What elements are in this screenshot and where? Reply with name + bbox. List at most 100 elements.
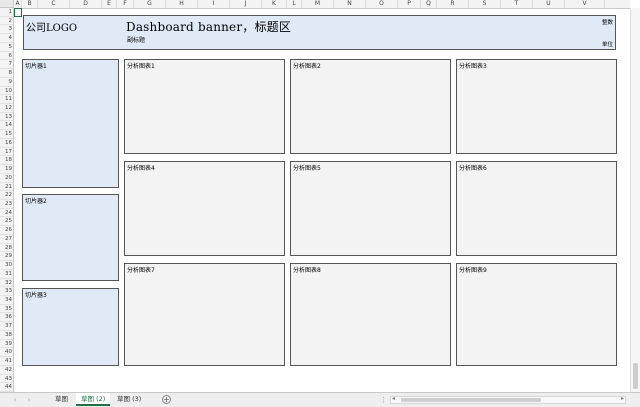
- row-header-6[interactable]: 6: [0, 52, 13, 61]
- chart-7-label: 分析图表7: [127, 267, 155, 274]
- row-header-38[interactable]: 38: [0, 331, 13, 340]
- row-header-22[interactable]: 22: [0, 191, 13, 200]
- row-header-28[interactable]: 28: [0, 244, 13, 253]
- column-header-f[interactable]: F: [117, 0, 134, 8]
- row-header-34[interactable]: 34: [0, 296, 13, 305]
- column-header-j[interactable]: J: [230, 0, 262, 8]
- row-header-31[interactable]: 31: [0, 270, 13, 279]
- sheet-tab-3[interactable]: 草图 (3): [112, 393, 146, 406]
- column-header-c[interactable]: C: [38, 0, 70, 8]
- row-header-7[interactable]: 7: [0, 60, 13, 70]
- add-sheet-icon[interactable]: +: [162, 395, 171, 404]
- chart-9-label: 分析图表9: [459, 267, 487, 274]
- row-header-3[interactable]: 3: [0, 25, 13, 35]
- row-header-10[interactable]: 10: [0, 87, 13, 96]
- chart-3[interactable]: 分析图表3: [456, 59, 617, 154]
- row-header-23[interactable]: 23: [0, 200, 13, 209]
- column-header-n[interactable]: N: [334, 0, 366, 8]
- next-sheet-icon[interactable]: ›: [24, 396, 34, 404]
- column-header-t[interactable]: T: [501, 0, 533, 8]
- row-header-11[interactable]: 11: [0, 95, 13, 104]
- row-header-42[interactable]: 42: [0, 366, 13, 375]
- column-header-m[interactable]: M: [302, 0, 334, 8]
- row-header-27[interactable]: 27: [0, 235, 13, 244]
- column-header-v[interactable]: V: [565, 0, 605, 8]
- column-header-e[interactable]: E: [102, 0, 117, 8]
- row-header-30[interactable]: 30: [0, 261, 13, 270]
- row-header-29[interactable]: 29: [0, 252, 13, 262]
- row-header-21[interactable]: 21: [0, 183, 13, 192]
- active-cell-a1[interactable]: [14, 8, 22, 17]
- row-header-1[interactable]: 1: [0, 8, 13, 17]
- column-header-b[interactable]: B: [22, 0, 38, 8]
- vertical-scrollbar[interactable]: [630, 8, 640, 392]
- row-header-5[interactable]: 5: [0, 43, 13, 52]
- row-header-43[interactable]: 43: [0, 375, 13, 384]
- chart-9[interactable]: 分析图表9: [456, 263, 617, 366]
- chart-4[interactable]: 分析图表4: [124, 161, 285, 256]
- row-header-19[interactable]: 19: [0, 165, 13, 174]
- row-header-36[interactable]: 36: [0, 313, 13, 323]
- row-header-18[interactable]: 18: [0, 156, 13, 166]
- slicer-3[interactable]: 切片器3: [22, 288, 119, 366]
- column-header-p[interactable]: P: [398, 0, 421, 8]
- chart-8[interactable]: 分析图表8: [290, 263, 451, 366]
- column-header-a[interactable]: A: [14, 0, 22, 8]
- horizontal-scrollbar-thumb[interactable]: [401, 398, 541, 402]
- column-header-l[interactable]: L: [287, 0, 302, 8]
- row-header-40[interactable]: 40: [0, 348, 13, 358]
- column-header-u[interactable]: U: [533, 0, 565, 8]
- row-header-44[interactable]: 44: [0, 383, 13, 392]
- chart-5[interactable]: 分析图表5: [290, 161, 451, 256]
- row-header-32[interactable]: 32: [0, 279, 13, 288]
- column-header-r[interactable]: R: [437, 0, 469, 8]
- column-header-s[interactable]: S: [469, 0, 501, 8]
- chart-6-label: 分析图表6: [459, 165, 487, 172]
- chart-6[interactable]: 分析图表6: [456, 161, 617, 256]
- vertical-scrollbar-thumb[interactable]: [633, 363, 638, 389]
- row-header-16[interactable]: 16: [0, 139, 13, 148]
- sheet-tab-1[interactable]: 草图: [50, 393, 73, 406]
- row-header-9[interactable]: 9: [0, 78, 13, 87]
- column-header-o[interactable]: O: [366, 0, 398, 8]
- row-header-20[interactable]: 20: [0, 174, 13, 183]
- column-header-d[interactable]: D: [70, 0, 102, 8]
- row-header-17[interactable]: 17: [0, 148, 13, 157]
- horizontal-scrollbar[interactable]: ◂ ▸: [390, 395, 626, 404]
- chart-2[interactable]: 分析图表2: [290, 59, 451, 154]
- row-header-13[interactable]: 13: [0, 113, 13, 122]
- row-header-24[interactable]: 24: [0, 209, 13, 218]
- chart-1[interactable]: 分析图表1: [124, 59, 285, 154]
- row-header-14[interactable]: 14: [0, 121, 13, 131]
- select-all-corner[interactable]: [0, 0, 14, 8]
- sheet-tab-bar: ‹ › 草图 草图 (2) 草图 (3) + ⋮ ◂ ▸: [0, 392, 640, 407]
- row-header-39[interactable]: 39: [0, 340, 13, 349]
- dashboard-banner[interactable]: 公司LOGO Dashboard banner，标题区 副标题 整数 单位: [23, 15, 616, 50]
- row-header-12[interactable]: 12: [0, 104, 13, 113]
- slicer-1[interactable]: 切片器1: [22, 59, 119, 188]
- row-header-8[interactable]: 8: [0, 69, 13, 78]
- slicer-2[interactable]: 切片器2: [22, 194, 119, 281]
- tab-split-handle-icon[interactable]: ⋮: [380, 396, 387, 404]
- row-header-26[interactable]: 26: [0, 226, 13, 235]
- column-header-h[interactable]: H: [166, 0, 198, 8]
- chart-7[interactable]: 分析图表7: [124, 263, 285, 366]
- row-header-33[interactable]: 33: [0, 287, 13, 296]
- scroll-right-icon[interactable]: ▸: [621, 395, 624, 402]
- row-header-4[interactable]: 4: [0, 34, 13, 43]
- column-header-k[interactable]: K: [262, 0, 287, 8]
- row-header-37[interactable]: 37: [0, 322, 13, 331]
- scroll-left-icon[interactable]: ◂: [392, 395, 395, 402]
- chart-8-label: 分析图表8: [293, 267, 321, 274]
- row-header-41[interactable]: 41: [0, 357, 13, 366]
- prev-sheet-icon[interactable]: ‹: [10, 396, 20, 404]
- column-header-q[interactable]: Q: [421, 0, 437, 8]
- column-header-g[interactable]: G: [134, 0, 166, 8]
- row-header-25[interactable]: 25: [0, 217, 13, 227]
- slicer-1-label: 切片器1: [25, 63, 47, 70]
- row-header-15[interactable]: 15: [0, 130, 13, 139]
- row-header-2[interactable]: 2: [0, 17, 13, 26]
- sheet-tab-2[interactable]: 草图 (2): [76, 393, 111, 406]
- row-header-35[interactable]: 35: [0, 305, 13, 314]
- column-header-i[interactable]: I: [198, 0, 230, 8]
